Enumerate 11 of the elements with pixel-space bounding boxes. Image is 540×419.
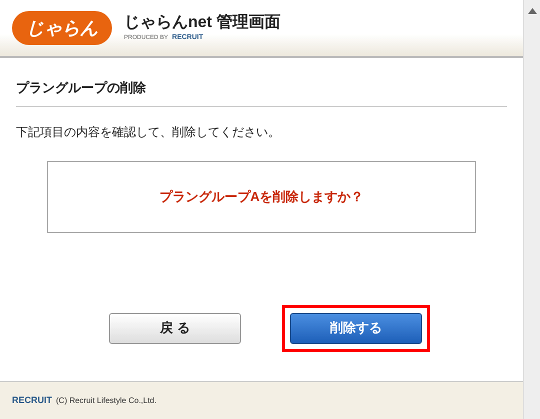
footer-brand: RECRUIT	[12, 394, 52, 407]
scroll-up-icon[interactable]	[528, 8, 536, 14]
back-button[interactable]: 戻 る	[109, 312, 241, 344]
instruction-text: 下記項目の内容を確認して、削除してください。	[16, 124, 281, 140]
logo: じゃらん	[12, 11, 112, 45]
app-title: じゃらんnet 管理画面	[124, 12, 280, 33]
page-title: プラングループの削除	[16, 78, 507, 106]
confirm-message: プラングループAを削除しますか？	[159, 188, 364, 206]
delete-button[interactable]: 削除する	[290, 312, 422, 344]
scrollbar[interactable]	[523, 0, 540, 419]
copyright-text: (C) Recruit Lifestyle Co.,Ltd.	[56, 394, 156, 406]
